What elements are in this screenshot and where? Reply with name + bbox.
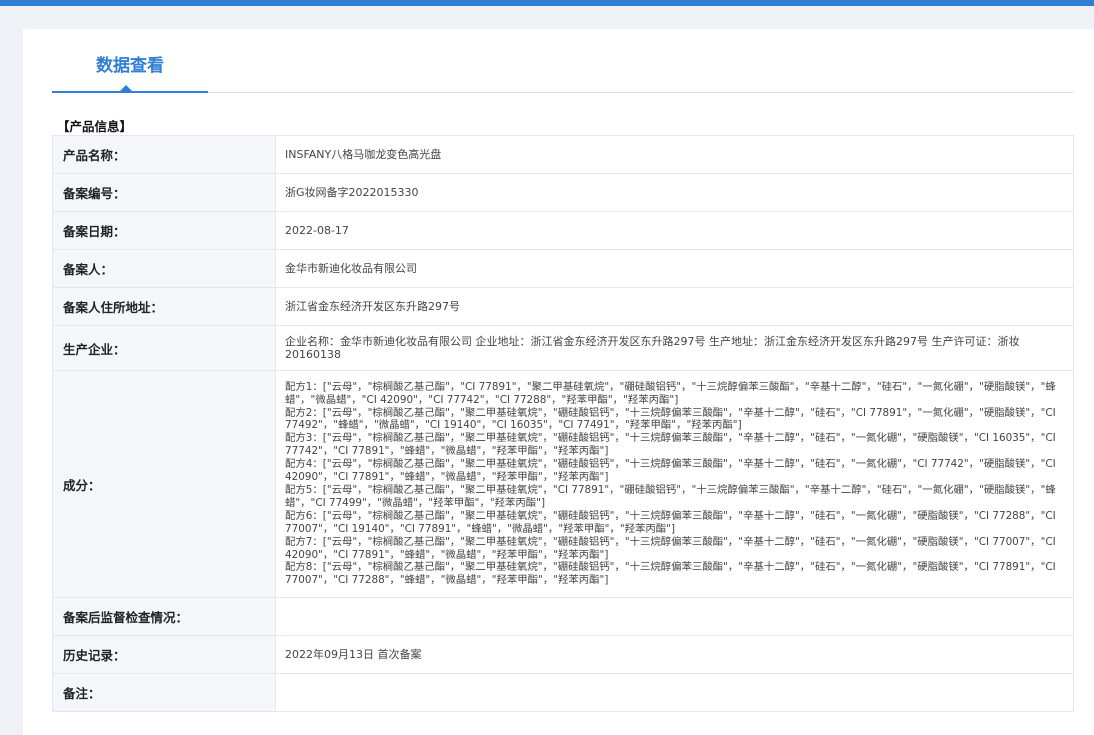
history-value: 2022年09月13日 首次备案 [275,635,1074,674]
formula-5: 配方5：["云母"，"棕榈酸乙基己酯"，"聚二甲基硅氧烷"，"CI 77891"… [285,484,1056,509]
table-row: 备案日期： 2022-08-17 [52,211,1074,250]
formula-6: 配方6：["云母"，"棕榈酸乙基己酯"，"聚二甲基硅氧烷"，"硼硅酸铝钙"，"十… [285,509,1056,535]
formula-1: 配方1：["云母"，"棕榈酸乙基己酯"，"CI 77891"，"聚二甲基硅氧烷"… [285,380,1056,406]
tab-data-view-label: 数据查看 [96,56,164,76]
applicant-value: 金华市新迪化妆品有限公司 [275,249,1074,288]
product-name-label: 产品名称： [52,135,276,174]
tab-bar: 数据查看 [52,29,1074,93]
formula-7: 配方7：["云母"，"棕榈酸乙基己酯"，"聚二甲基硅氧烷"，"硼硅酸铝钙"，"十… [285,535,1056,561]
applicant-address-label: 备案人住所地址： [52,287,276,326]
product-name-value: INSFANY八格马咖龙变色高光盘 [275,135,1074,174]
ingredients-value: 配方1：["云母"，"棕榈酸乙基己酯"，"CI 77891"，"聚二甲基硅氧烷"… [275,370,1074,598]
record-no-label: 备案编号： [52,173,276,212]
table-row: 成分： 配方1：["云母"，"棕榈酸乙基己酯"，"CI 77891"，"聚二甲基… [52,370,1074,598]
table-row: 产品名称： INSFANY八格马咖龙变色高光盘 [52,135,1074,174]
post-inspection-value [275,597,1074,636]
post-inspection-label: 备案后监督检查情况： [52,597,276,636]
applicant-label: 备案人： [52,249,276,288]
formula-2: 配方2：["云母"，"棕榈酸乙基己酯"，"聚二甲基硅氧烷"，"硼硅酸铝钙"，"十… [285,406,1056,432]
record-date-label: 备案日期： [52,211,276,250]
remarks-label: 备注： [52,673,276,712]
ingredients-label: 成分： [52,370,276,598]
formula-8: 配方8：["云母"，"棕榈酸乙基己酯"，"聚二甲基硅氧烷"，"硼硅酸铝钙"，"十… [285,561,1056,587]
manufacturer-label: 生产企业： [52,325,276,371]
table-row: 备案后监督检查情况： [52,597,1074,636]
section-title: 【产品信息】 [57,119,133,134]
tab-data-view[interactable]: 数据查看 [52,29,208,93]
table-row: 备案人： 金华市新迪化妆品有限公司 [52,249,1074,288]
product-info-table: 产品名称： INSFANY八格马咖龙变色高光盘 备案编号： 浙G妆网备字2022… [52,135,1074,712]
formula-4: 配方4：["云母"，"棕榈酸乙基己酯"，"聚二甲基硅氧烷"，"硼硅酸铝钙"，"十… [285,458,1056,484]
formula-3: 配方3：["云母"，"棕榈酸乙基己酯"，"聚二甲基硅氧烷"，"硼硅酸铝钙"，"十… [285,432,1056,458]
tab-active-indicator [120,85,132,91]
applicant-address-value: 浙江省金东经济开发区东升路297号 [275,287,1074,326]
remarks-value [275,673,1074,712]
table-row: 历史记录： 2022年09月13日 首次备案 [52,635,1074,674]
content-panel: 数据查看 【产品信息】 产品名称： INSFANY八格马咖龙变色高光盘 备案编号… [23,29,1094,735]
table-row: 备案人住所地址： 浙江省金东经济开发区东升路297号 [52,287,1074,326]
record-no-value: 浙G妆网备字2022015330 [275,173,1074,212]
table-row: 备注： [52,673,1074,712]
record-date-value: 2022-08-17 [275,211,1074,250]
table-row: 备案编号： 浙G妆网备字2022015330 [52,173,1074,212]
manufacturer-value: 企业名称：金华市新迪化妆品有限公司 企业地址：浙江省金东经济开发区东升路297号… [275,325,1074,371]
history-label: 历史记录： [52,635,276,674]
top-accent-bar [0,0,1094,6]
table-row: 生产企业： 企业名称：金华市新迪化妆品有限公司 企业地址：浙江省金东经济开发区东… [52,325,1074,371]
